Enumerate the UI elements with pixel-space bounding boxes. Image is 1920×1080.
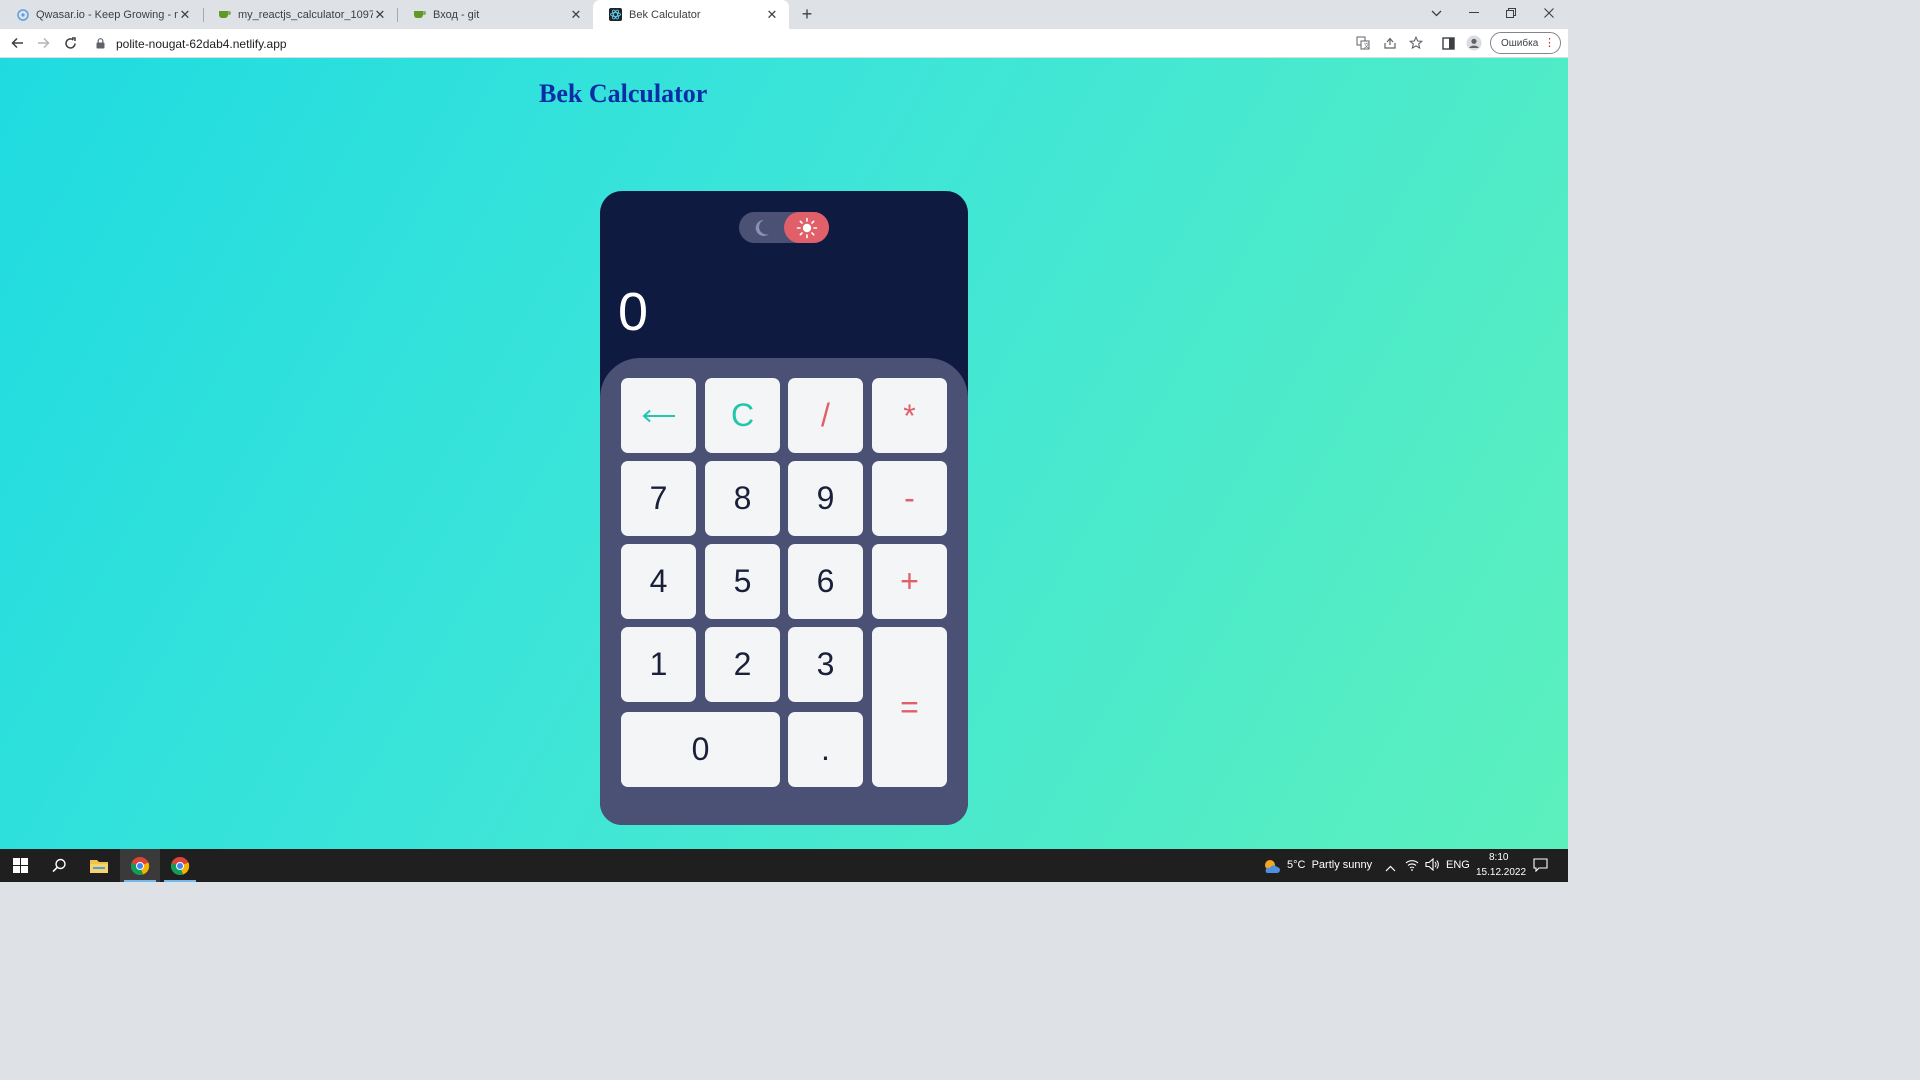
lock-icon[interactable] <box>96 38 107 49</box>
notifications-icon[interactable] <box>1533 858 1548 877</box>
digit-7-button[interactable]: 7 <box>621 461 696 536</box>
tab-title: Bek Calculator <box>629 8 701 21</box>
divide-button[interactable]: / <box>788 378 863 453</box>
side-panel-icon[interactable] <box>1439 34 1457 52</box>
forward-arrow-icon[interactable] <box>33 33 53 53</box>
tab-title: my_reactjs_calculator_109740_or <box>238 8 373 21</box>
weather-icon[interactable] <box>1262 857 1280 875</box>
svg-text:文: 文 <box>1364 42 1370 50</box>
show-hidden-icons-chevron-icon[interactable] <box>1385 859 1396 877</box>
windows-start-icon[interactable] <box>0 849 40 882</box>
profile-error-label: Ошибка <box>1501 37 1539 49</box>
close-window-button[interactable] <box>1530 0 1568 26</box>
clock-time[interactable]: 8:10 <box>1489 852 1508 863</box>
tab-search-chevron-icon[interactable] <box>1417 0 1455 26</box>
digit-3-button[interactable]: 3 <box>788 627 863 702</box>
digit-1-button[interactable]: 1 <box>621 627 696 702</box>
close-tab-icon[interactable]: ✕ <box>765 7 779 22</box>
windows-taskbar: 5°C Partly sunny ENG 8:10 15.12.2022 <box>0 849 1568 882</box>
plus-button[interactable]: + <box>872 544 947 619</box>
menu-kebab-icon[interactable]: ⋮ <box>1544 36 1555 50</box>
qwasar-icon <box>16 8 29 21</box>
digit-4-button[interactable]: 4 <box>621 544 696 619</box>
gitea-icon <box>218 8 231 21</box>
backspace-button[interactable] <box>621 378 696 453</box>
back-arrow-icon[interactable] <box>7 33 27 53</box>
chrome-profile-taskbar-icon[interactable] <box>160 849 200 882</box>
digit-2-button[interactable]: 2 <box>705 627 780 702</box>
digit-0-button[interactable]: 0 <box>621 712 780 787</box>
profile-error-button[interactable]: Ошибка ⋮ <box>1490 32 1561 54</box>
tab-bek-calculator[interactable]: Bek Calculator ✕ <box>593 0 789 29</box>
calculator: 0 C / * 7 8 9 - 4 5 6 + 1 2 3 = 0 . <box>600 191 968 825</box>
input-language[interactable]: ENG <box>1446 859 1470 871</box>
close-tab-icon[interactable]: ✕ <box>569 7 583 22</box>
theme-toggle[interactable] <box>739 212 829 243</box>
minus-button[interactable]: - <box>872 461 947 536</box>
share-icon[interactable] <box>1381 34 1399 52</box>
browser-tab-strip: Qwasar.io - Keep Growing - maxi ✕ my_rea… <box>0 0 1568 29</box>
gitea-icon <box>413 8 426 21</box>
close-tab-icon[interactable]: ✕ <box>178 7 192 22</box>
digit-6-button[interactable]: 6 <box>788 544 863 619</box>
url-text: polite-nougat-62dab4.netlify.app <box>116 36 287 51</box>
translate-icon[interactable]: 文 <box>1354 34 1372 52</box>
new-tab-button[interactable]: + <box>797 4 817 24</box>
sun-icon[interactable] <box>784 212 829 243</box>
network-icon[interactable] <box>1405 858 1419 876</box>
address-bar[interactable]: polite-nougat-62dab4.netlify.app <box>88 32 1360 55</box>
multiply-button[interactable]: * <box>872 378 947 453</box>
tab-git-login[interactable]: Вход - git ✕ <box>397 0 593 29</box>
clear-button[interactable]: C <box>705 378 780 453</box>
profile-avatar-icon[interactable] <box>1465 34 1483 52</box>
file-explorer-icon[interactable] <box>79 849 119 882</box>
digit-5-button[interactable]: 5 <box>705 544 780 619</box>
weather-text[interactable]: 5°C Partly sunny <box>1287 859 1372 871</box>
reload-icon[interactable] <box>60 33 80 53</box>
keypad: C / * 7 8 9 - 4 5 6 + 1 2 3 = 0 . <box>600 358 968 825</box>
close-tab-icon[interactable]: ✕ <box>373 7 387 22</box>
clock-date[interactable]: 15.12.2022 <box>1476 867 1526 878</box>
bookmark-star-icon[interactable] <box>1407 34 1425 52</box>
tab-qwasar[interactable]: Qwasar.io - Keep Growing - maxi ✕ <box>0 0 202 29</box>
digit-8-button[interactable]: 8 <box>705 461 780 536</box>
moon-icon[interactable] <box>747 215 775 240</box>
page-viewport: Bek Calculator 0 C / * 7 8 9 - 4 5 6 + 1… <box>0 58 1568 849</box>
minimize-button[interactable] <box>1455 0 1493 26</box>
react-icon <box>609 8 622 21</box>
volume-icon[interactable] <box>1425 857 1439 876</box>
digit-9-button[interactable]: 9 <box>788 461 863 536</box>
decimal-point-button[interactable]: . <box>788 712 863 787</box>
calculator-display: 0 <box>618 282 649 342</box>
chrome-taskbar-icon[interactable] <box>120 849 160 882</box>
equals-button[interactable]: = <box>872 627 947 787</box>
browser-toolbar: polite-nougat-62dab4.netlify.app 文 Ошибк… <box>0 29 1568 58</box>
tab-title: Вход - git <box>433 8 480 21</box>
restore-button[interactable] <box>1492 0 1530 26</box>
page-title: Bek Calculator <box>539 79 708 108</box>
tab-calculator-repo[interactable]: my_reactjs_calculator_109740_or ✕ <box>202 0 397 29</box>
tab-title: Qwasar.io - Keep Growing - maxi <box>36 8 178 21</box>
search-icon[interactable] <box>39 849 79 882</box>
